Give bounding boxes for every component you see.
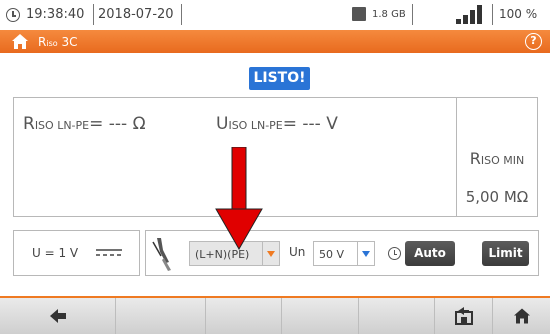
riso-min-value: 5,00 MΩ bbox=[465, 188, 529, 206]
status-bar: 19:38:40 2018-07-20 1.8 GB 100 % bbox=[0, 0, 550, 30]
voltage-value: U = 1 V bbox=[32, 246, 79, 260]
status-divider bbox=[181, 4, 182, 25]
probe-icon bbox=[152, 238, 171, 271]
timer-icon bbox=[388, 247, 401, 260]
toolbar-slot[interactable] bbox=[116, 298, 206, 334]
toolbar-slot[interactable] bbox=[359, 298, 435, 334]
limit-button[interactable]: Limit bbox=[482, 241, 529, 266]
uiso-reading: UISO LN-PE= --- V bbox=[216, 114, 338, 134]
circuit-dropdown-icon[interactable] bbox=[263, 241, 280, 266]
settings-panel: (L+N)(PE) Un 50 V Auto Limit bbox=[145, 230, 539, 276]
home-button[interactable] bbox=[493, 298, 550, 334]
status-time: 19:38:40 bbox=[26, 7, 85, 22]
home-icon bbox=[513, 308, 530, 324]
save-memory-button[interactable] bbox=[435, 298, 493, 334]
un-select-value: 50 V bbox=[319, 248, 345, 261]
clock-icon bbox=[6, 8, 20, 22]
title-bar: Riso 3C ? bbox=[0, 30, 550, 53]
status-date: 2018-07-20 bbox=[98, 7, 174, 22]
storage-icon bbox=[352, 7, 366, 21]
signal-icon bbox=[456, 5, 482, 24]
results-panel: RISO LN-PE= --- Ω UISO LN-PE= --- V RISO… bbox=[13, 97, 538, 217]
page-title: Riso 3C bbox=[38, 35, 78, 49]
status-divider bbox=[93, 4, 94, 25]
dc-voltage-icon bbox=[96, 249, 122, 256]
back-button[interactable] bbox=[0, 298, 116, 334]
storage-value: 1.8 GB bbox=[372, 9, 406, 20]
status-divider bbox=[412, 4, 413, 25]
status-divider bbox=[492, 4, 493, 25]
un-label: Un bbox=[289, 245, 306, 259]
voltage-panel: U = 1 V bbox=[13, 230, 140, 276]
toolbar-slot[interactable] bbox=[282, 298, 359, 334]
save-to-memory-icon bbox=[454, 307, 473, 325]
bottom-toolbar bbox=[0, 298, 550, 334]
auto-button[interactable]: Auto bbox=[405, 241, 455, 266]
home-icon[interactable] bbox=[11, 33, 29, 50]
toolbar-slot[interactable] bbox=[206, 298, 282, 334]
red-arrow-annotation bbox=[215, 147, 263, 250]
help-icon[interactable]: ? bbox=[525, 33, 542, 50]
un-dropdown-icon[interactable] bbox=[358, 241, 375, 266]
riso-min-label: RISO MIN bbox=[469, 149, 525, 168]
back-arrow-icon bbox=[49, 309, 66, 323]
un-select[interactable]: 50 V bbox=[313, 241, 358, 266]
riso-reading: RISO LN-PE= --- Ω bbox=[23, 114, 146, 134]
battery-percent: 100 % bbox=[499, 7, 538, 21]
ready-badge: LISTO! bbox=[249, 67, 310, 90]
